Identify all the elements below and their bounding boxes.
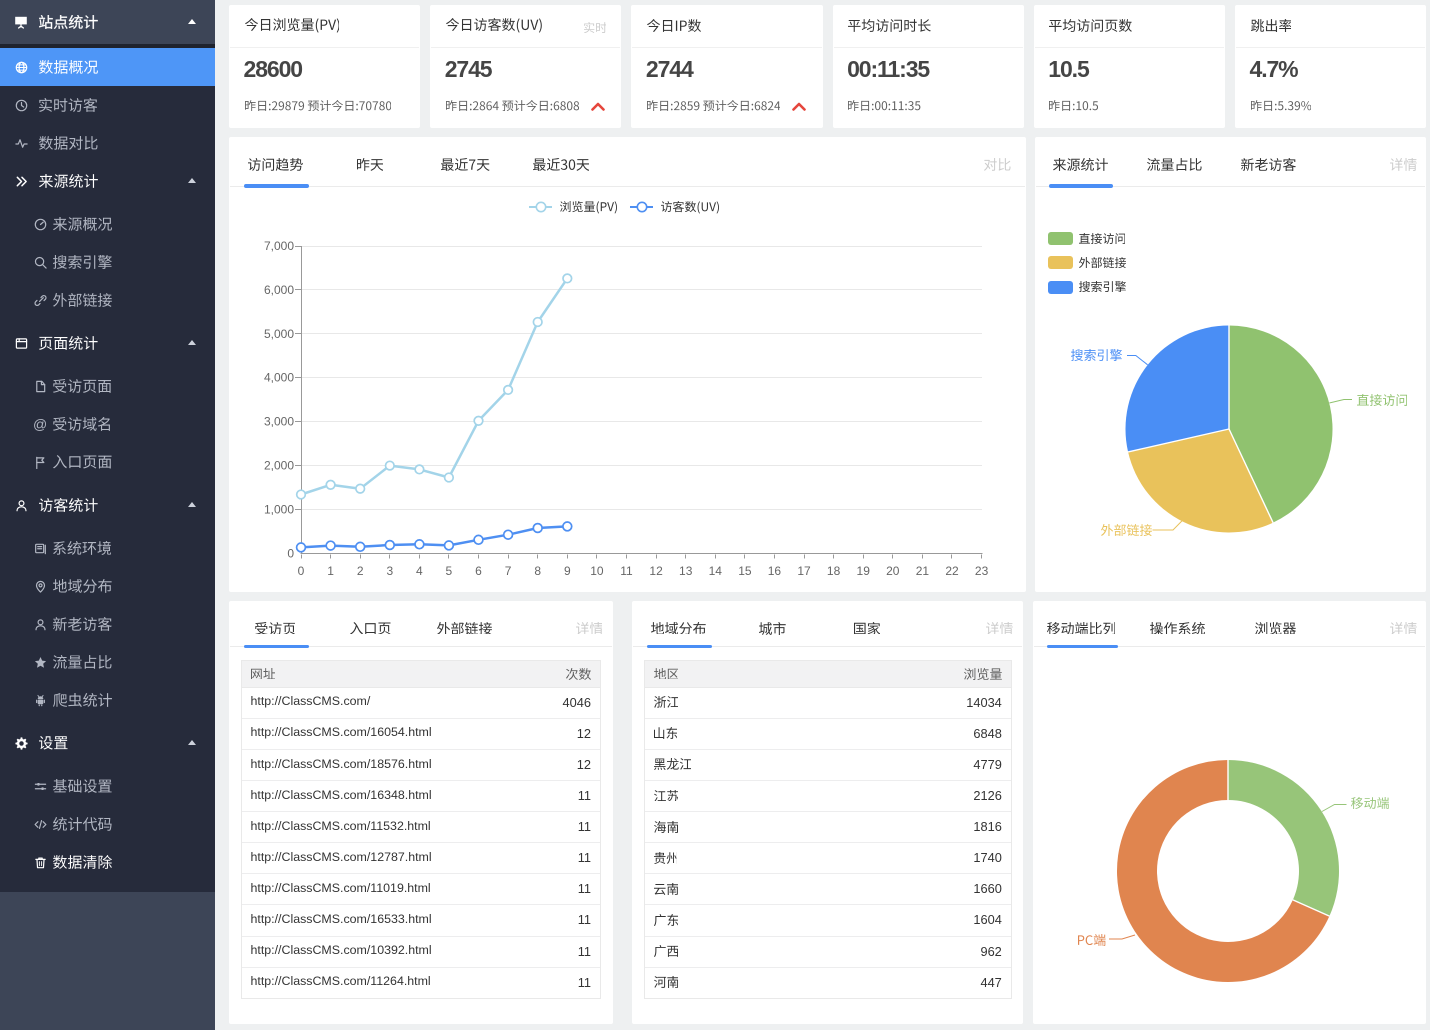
svg-text:14: 14: [709, 564, 723, 578]
svg-text:8: 8: [534, 564, 541, 578]
svg-text:2: 2: [357, 564, 364, 578]
svg-text:23: 23: [975, 564, 989, 578]
svg-text:16: 16: [768, 564, 782, 578]
svg-text:22: 22: [945, 564, 959, 578]
svg-text:19: 19: [857, 564, 871, 578]
svg-text:11: 11: [620, 564, 633, 578]
svg-text:21: 21: [916, 564, 930, 578]
svg-text:1,000: 1,000: [264, 502, 294, 516]
svg-text:20: 20: [886, 564, 900, 578]
svg-text:5,000: 5,000: [264, 327, 294, 341]
svg-text:4: 4: [416, 564, 423, 578]
svg-text:2,000: 2,000: [264, 459, 294, 473]
svg-text:17: 17: [797, 564, 811, 578]
svg-text:5: 5: [446, 564, 453, 578]
svg-text:9: 9: [564, 564, 571, 578]
svg-text:18: 18: [827, 564, 841, 578]
svg-text:0: 0: [298, 564, 305, 578]
svg-text:1: 1: [327, 564, 334, 578]
svg-text:13: 13: [679, 564, 693, 578]
svg-text:3,000: 3,000: [264, 415, 294, 429]
svg-text:7: 7: [505, 564, 512, 578]
svg-text:12: 12: [649, 564, 663, 578]
svg-text:6: 6: [475, 564, 482, 578]
svg-text:0: 0: [287, 546, 294, 560]
svg-text:7,000: 7,000: [264, 239, 294, 253]
svg-text:6,000: 6,000: [264, 283, 294, 297]
svg-text:3: 3: [386, 564, 393, 578]
svg-text:15: 15: [738, 564, 752, 578]
svg-text:4,000: 4,000: [264, 371, 294, 385]
svg-text:10: 10: [590, 564, 604, 578]
